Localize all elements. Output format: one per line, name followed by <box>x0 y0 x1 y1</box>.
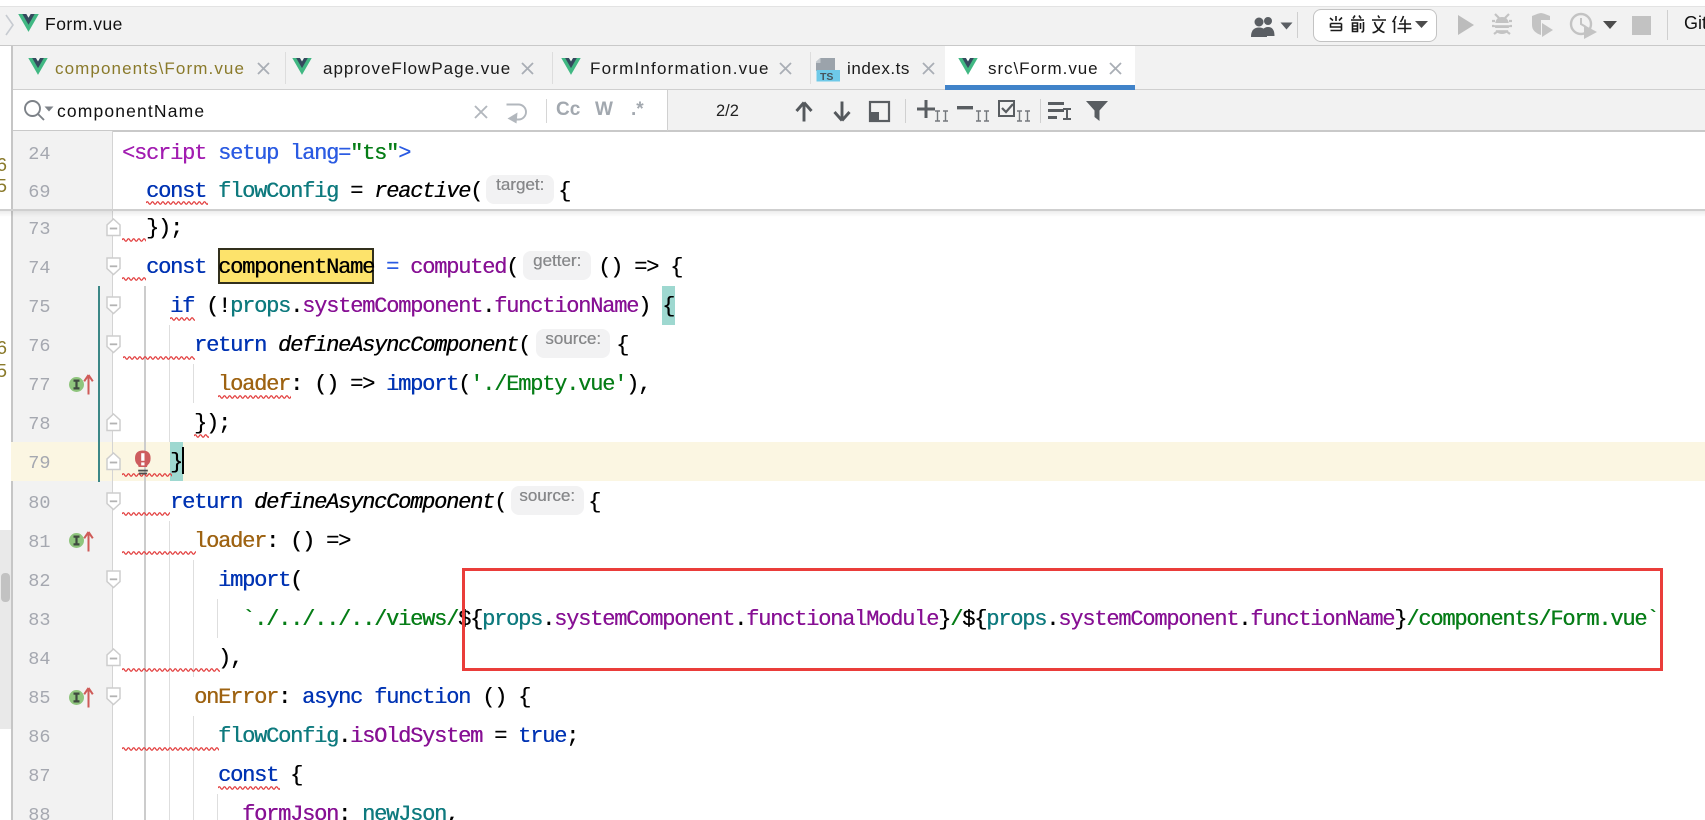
svg-text:TS: TS <box>820 71 833 82</box>
